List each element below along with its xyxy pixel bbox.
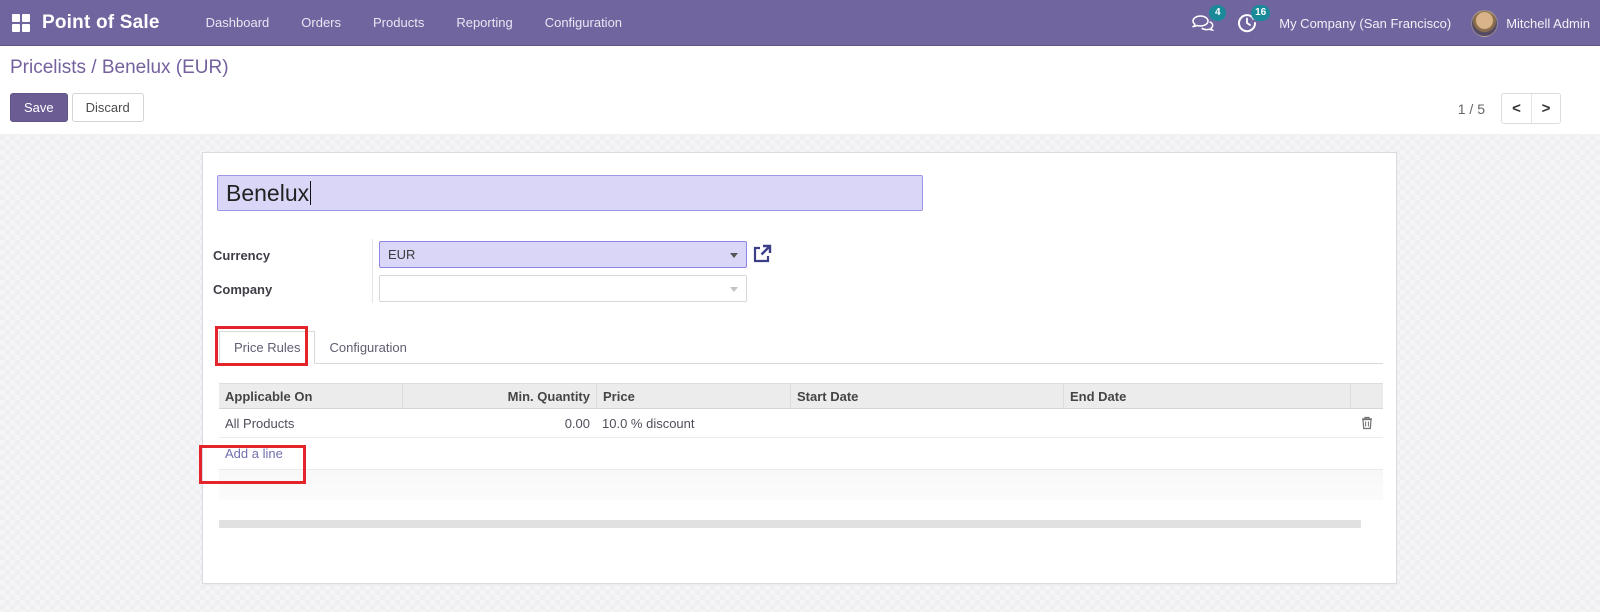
save-button[interactable]: Save bbox=[10, 93, 68, 122]
pricelist-name-value: Benelux bbox=[226, 179, 310, 206]
user-avatar bbox=[1471, 9, 1499, 37]
tab-price-rules[interactable]: Price Rules bbox=[219, 331, 316, 364]
price-rules-table: Applicable On Min. Quantity Price Start … bbox=[219, 383, 1383, 500]
horizontal-scrollbar[interactable] bbox=[219, 520, 1361, 528]
menu-reporting[interactable]: Reporting bbox=[440, 1, 528, 44]
delete-row-button[interactable] bbox=[1350, 409, 1383, 437]
menu-dashboard[interactable]: Dashboard bbox=[190, 1, 286, 44]
menu-orders[interactable]: Orders bbox=[285, 1, 357, 44]
column-header-price[interactable]: Price bbox=[596, 384, 790, 408]
page-background: Point of Sale Dashboard Orders Products … bbox=[0, 0, 1600, 612]
empty-table-row bbox=[219, 470, 1383, 500]
menu-products[interactable]: Products bbox=[357, 1, 440, 44]
currency-select-value: EUR bbox=[388, 247, 416, 262]
cell-price[interactable]: 10.0 % discount bbox=[596, 409, 790, 437]
pricelist-name-input[interactable]: Benelux bbox=[217, 175, 923, 211]
pager-next-button[interactable]: > bbox=[1531, 94, 1560, 123]
main-menu: Dashboard Orders Products Reporting Conf… bbox=[190, 1, 638, 44]
user-name: Mitchell Admin bbox=[1506, 15, 1590, 31]
column-header-min-quantity[interactable]: Min. Quantity bbox=[402, 384, 596, 408]
control-panel: Pricelists / Benelux (EUR) Save Discard … bbox=[0, 46, 1600, 134]
activities-count-badge: 16 bbox=[1251, 5, 1271, 21]
column-header-applicable-on[interactable]: Applicable On bbox=[219, 384, 402, 408]
form-sheet: Benelux Currency Company EUR Price Rules… bbox=[199, 152, 1397, 584]
cell-end-date[interactable] bbox=[1063, 409, 1350, 437]
navbar-systray: 4 16 My Company (San Francisco) Mitchell… bbox=[1191, 0, 1590, 46]
pager-value: 1 / 5 bbox=[1457, 100, 1485, 117]
label-column-divider bbox=[372, 239, 373, 303]
messages-count-badge: 4 bbox=[1209, 5, 1227, 21]
apps-grid-icon[interactable] bbox=[12, 13, 30, 32]
table-header-row: Applicable On Min. Quantity Price Start … bbox=[219, 383, 1383, 409]
chevron-left-icon: < bbox=[1512, 100, 1521, 117]
breadcrumb-separator: / bbox=[86, 57, 102, 78]
menu-configuration[interactable]: Configuration bbox=[529, 1, 638, 44]
app-name[interactable]: Point of Sale bbox=[42, 12, 160, 34]
text-cursor bbox=[310, 181, 312, 205]
table-row[interactable]: All Products 0.00 10.0 % discount bbox=[219, 409, 1383, 438]
chevron-right-icon: > bbox=[1541, 100, 1551, 117]
cell-applicable-on[interactable]: All Products bbox=[219, 409, 402, 437]
discard-button[interactable]: Discard bbox=[71, 93, 144, 122]
cell-start-date[interactable] bbox=[790, 409, 1063, 437]
add-line-row: Add a line bbox=[219, 438, 1383, 470]
pager: 1 / 5 < > bbox=[1458, 93, 1561, 124]
column-header-start-date[interactable]: Start Date bbox=[790, 384, 1063, 408]
add-a-line-link[interactable]: Add a line bbox=[219, 446, 289, 461]
company-field-label: Company bbox=[213, 282, 273, 297]
tab-configuration[interactable]: Configuration bbox=[315, 331, 420, 363]
top-navbar: Point of Sale Dashboard Orders Products … bbox=[0, 0, 1600, 46]
company-switcher[interactable]: My Company (San Francisco) bbox=[1279, 16, 1451, 31]
currency-select[interactable]: EUR bbox=[379, 241, 747, 268]
currency-field-label: Currency bbox=[213, 248, 271, 263]
pager-previous-button[interactable]: < bbox=[1502, 94, 1531, 123]
column-header-end-date[interactable]: End Date bbox=[1063, 384, 1350, 408]
breadcrumb: Pricelists / Benelux (EUR) bbox=[10, 57, 229, 79]
breadcrumb-current: Benelux (EUR) bbox=[101, 57, 229, 78]
notebook-tabs: Price Rules Configuration bbox=[219, 331, 1383, 364]
messages-button[interactable]: 4 bbox=[1191, 5, 1227, 34]
user-menu[interactable]: Mitchell Admin bbox=[1471, 9, 1590, 37]
breadcrumb-pricelists-link[interactable]: Pricelists bbox=[10, 57, 86, 78]
column-header-actions bbox=[1350, 384, 1383, 408]
external-link-icon[interactable] bbox=[752, 244, 772, 264]
cell-min-quantity[interactable]: 0.00 bbox=[402, 409, 596, 437]
company-select[interactable] bbox=[379, 275, 747, 302]
activities-button[interactable]: 16 bbox=[1235, 5, 1271, 34]
form-buttons: Save Discard bbox=[10, 93, 144, 122]
caret-down-icon bbox=[730, 287, 738, 292]
trash-icon bbox=[1361, 416, 1373, 430]
caret-down-icon bbox=[730, 253, 738, 258]
